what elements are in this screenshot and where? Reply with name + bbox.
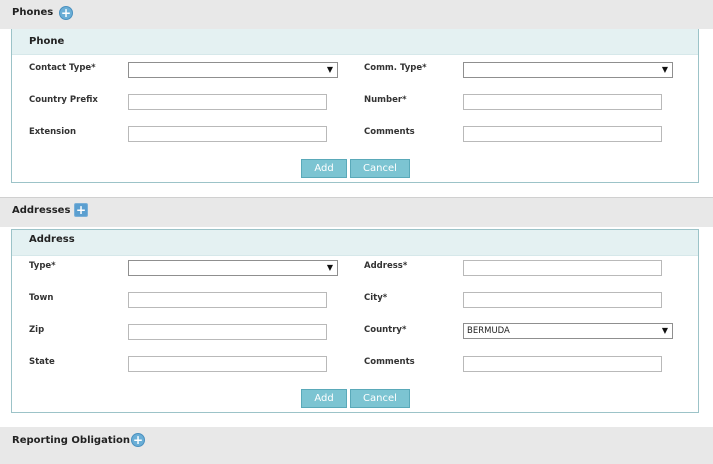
country-select[interactable]: BERMUDA ▼ <box>463 323 673 339</box>
address-panel-title: Address <box>12 230 698 256</box>
contact-type-select[interactable]: ▼ <box>128 62 338 78</box>
town-label: Town <box>29 293 54 303</box>
addresses-section-title: Addresses <box>12 205 71 216</box>
phones-section-title: Phones <box>12 7 54 18</box>
address-label: Address* <box>364 261 408 271</box>
add-address-button[interactable]: Add <box>301 389 347 408</box>
zip-input[interactable] <box>128 324 327 340</box>
country-selected-value: BERMUDA <box>467 326 510 336</box>
address-input[interactable] <box>463 260 662 276</box>
chevron-down-icon: ▼ <box>326 65 333 74</box>
country-label: Country* <box>364 325 407 335</box>
chevron-down-icon: ▼ <box>661 326 668 335</box>
country-prefix-label: Country Prefix <box>29 95 98 105</box>
add-address-plus-icon[interactable]: + <box>74 203 88 217</box>
add-reporting-plus-icon[interactable]: + <box>131 433 145 447</box>
extension-input[interactable] <box>128 126 327 142</box>
address-comments-input[interactable] <box>463 356 662 372</box>
address-panel: Address <box>11 229 699 413</box>
chevron-down-icon: ▼ <box>326 263 333 272</box>
state-input[interactable] <box>128 356 327 372</box>
number-label: Number* <box>364 95 407 105</box>
phone-panel-title: Phone <box>12 29 698 55</box>
cancel-phone-button[interactable]: Cancel <box>350 159 410 178</box>
country-prefix-input[interactable] <box>128 94 327 110</box>
comm-type-label: Comm. Type* <box>364 63 427 73</box>
add-phone-button[interactable]: Add <box>301 159 347 178</box>
cancel-address-button[interactable]: Cancel <box>350 389 410 408</box>
address-type-label: Type* <box>29 261 56 271</box>
extension-label: Extension <box>29 127 77 137</box>
phone-comments-input[interactable] <box>463 126 662 142</box>
addresses-section-header <box>0 198 713 227</box>
contact-type-label: Contact Type* <box>29 63 96 73</box>
city-input[interactable] <box>463 292 662 308</box>
chevron-down-icon: ▼ <box>661 65 668 74</box>
number-input[interactable] <box>463 94 662 110</box>
address-type-select[interactable]: ▼ <box>128 260 338 276</box>
state-label: State <box>29 357 55 367</box>
reporting-section-title: Reporting Obligation <box>12 435 131 446</box>
phone-comments-label: Comments <box>364 127 415 137</box>
add-phone-plus-icon[interactable]: + <box>59 6 73 20</box>
city-label: City* <box>364 293 388 303</box>
town-input[interactable] <box>128 292 327 308</box>
phones-section-header <box>0 0 713 29</box>
zip-label: Zip <box>29 325 45 335</box>
address-comments-label: Comments <box>364 357 415 367</box>
comm-type-select[interactable]: ▼ <box>463 62 673 78</box>
